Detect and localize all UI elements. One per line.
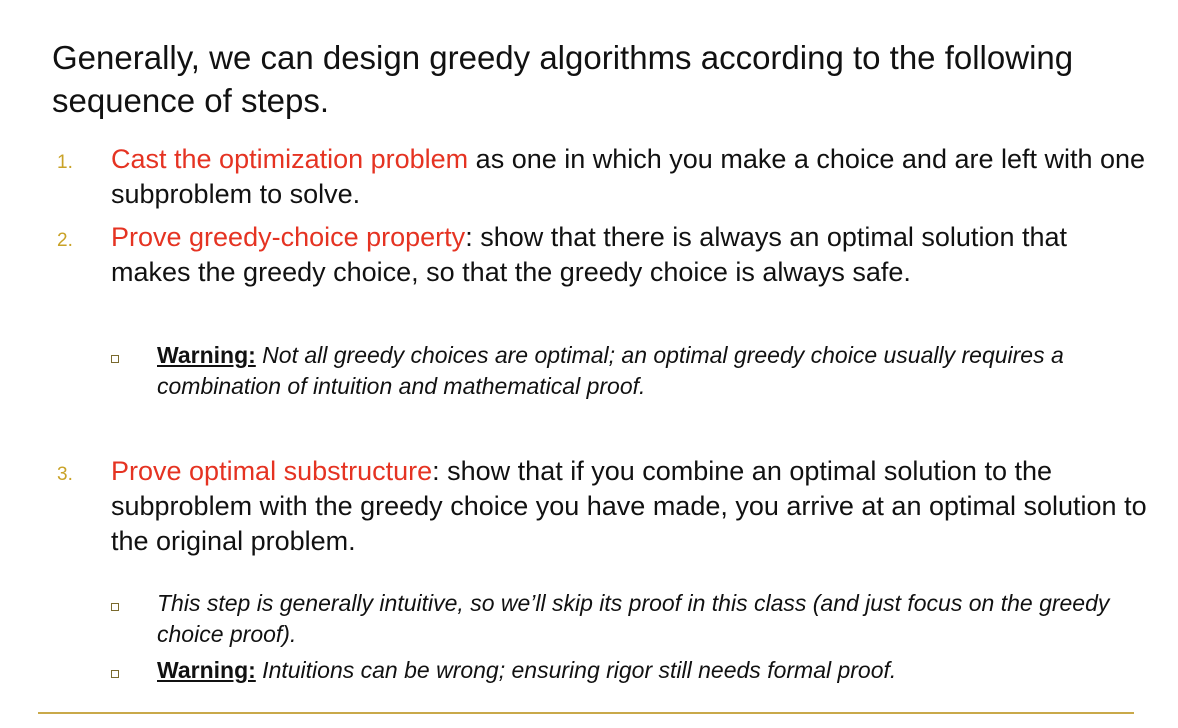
warning-label: Warning: (157, 657, 256, 683)
slide: Generally, we can design greedy algorith… (0, 0, 1178, 728)
square-bullet-icon (111, 670, 119, 678)
step-3-note-1-text: This step is generally intuitive, so we’… (157, 588, 1157, 650)
step-3-note-1-body: This step is generally intuitive, so we’… (157, 590, 1110, 647)
step-3-highlight: Prove optimal substructure (111, 456, 433, 486)
bottom-divider (38, 712, 1134, 714)
step-2-number: 2. (57, 230, 73, 251)
step-1-highlight: Cast the optimization problem (111, 144, 469, 174)
step-2-note-1-text: Warning: Not all greedy choices are opti… (157, 340, 1157, 402)
step-1-number: 1. (57, 152, 73, 173)
step-2-text: Prove greedy-choice property: show that … (111, 220, 1151, 290)
step-3-note-2-body: Intuitions can be wrong; ensuring rigor … (255, 657, 897, 683)
square-bullet-icon (111, 355, 119, 363)
square-bullet-icon (111, 603, 119, 611)
step-2-note-1-body: Not all greedy choices are optimal; an o… (157, 342, 1064, 399)
intro-paragraph: Generally, we can design greedy algorith… (52, 39, 1074, 119)
step-1-text: Cast the optimization problem as one in … (111, 142, 1151, 212)
step-3-number: 3. (57, 464, 73, 485)
warning-label: Warning: (157, 342, 256, 368)
step-3-text: Prove optimal substructure: show that if… (111, 454, 1151, 559)
step-3-note-2-text: Warning: Intuitions can be wrong; ensuri… (157, 655, 1157, 686)
step-2-highlight: Prove greedy-choice property (111, 222, 466, 252)
